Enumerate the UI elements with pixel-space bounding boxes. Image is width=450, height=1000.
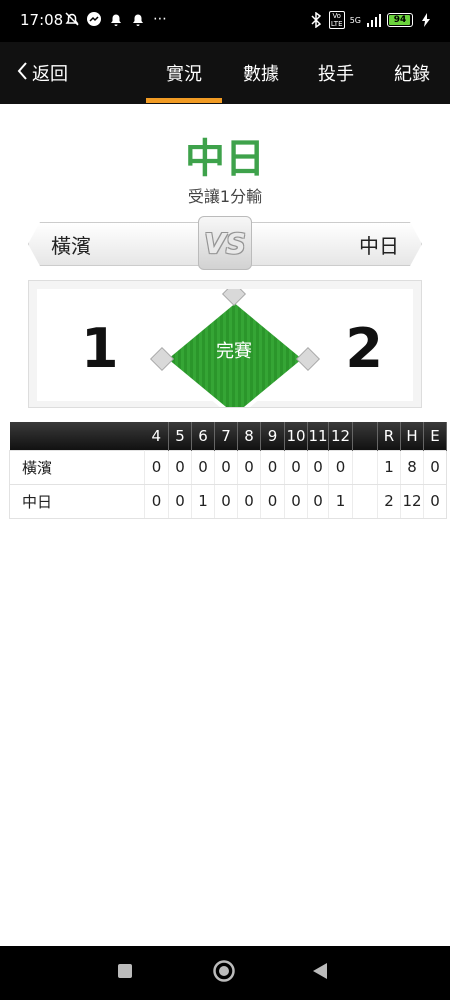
- home-team-name: 中日: [359, 233, 399, 258]
- errors-header: E: [423, 422, 447, 450]
- row-team-name: 橫濱: [9, 449, 145, 485]
- table-row: 橫濱 0 0 0 0 0 0 0 0 0 1 8 0: [9, 449, 447, 485]
- hits-total: 8: [400, 449, 424, 485]
- inning-score: 0: [260, 449, 285, 485]
- row-team-name: 中日: [9, 483, 145, 519]
- volte-icon: Vo LTE: [328, 11, 345, 29]
- mute-alarm-icon: [64, 11, 80, 27]
- team-column-header: [9, 422, 145, 450]
- runs-total: 2: [377, 483, 401, 519]
- inning-header: 11: [307, 422, 329, 450]
- home-team-pill: 中日: [242, 222, 422, 266]
- home-button[interactable]: [194, 946, 254, 1000]
- inning-score: 0: [168, 449, 192, 485]
- bluetooth-icon: [308, 12, 324, 28]
- inning-score: 0: [307, 449, 329, 485]
- inning-score: 0: [214, 483, 238, 519]
- game-status-label: 完賽: [216, 341, 252, 362]
- inning-header: 9: [260, 422, 285, 450]
- scoreboard-inner: 1 2 完賽: [37, 289, 413, 407]
- more-notifications-icon: ⋯: [153, 11, 167, 27]
- inning-header: 6: [191, 422, 215, 450]
- inning-score: 0: [214, 449, 238, 485]
- back-button[interactable]: 返回: [16, 42, 68, 104]
- hits-total: 12: [400, 483, 424, 519]
- system-icons: Vo LTE 5G 94: [308, 11, 434, 29]
- back-triangle-icon: [311, 962, 329, 984]
- messenger-icon: [86, 11, 102, 27]
- versus-banner: 橫濱 中日 VS: [28, 216, 422, 270]
- table-header-row: 4 5 6 7 8 9 10 11 12 R H E: [9, 422, 447, 450]
- bell-icon: [130, 11, 146, 27]
- inning-header: 12: [328, 422, 353, 450]
- vs-badge: VS: [198, 216, 252, 270]
- inning-score: 0: [284, 483, 308, 519]
- runs-header: R: [377, 422, 401, 450]
- inning-score: 0: [328, 449, 353, 485]
- top-nav-bar: 返回 實況 數據 投手 紀錄: [0, 42, 450, 104]
- away-score: 1: [81, 317, 119, 380]
- inning-score: 0: [237, 449, 261, 485]
- network-type: 5G: [349, 15, 361, 25]
- tab-pitcher[interactable]: 投手: [300, 42, 372, 104]
- charging-icon: [418, 12, 434, 28]
- table-row: 中日 0 0 1 0 0 0 0 0 1 2 12 0: [9, 483, 447, 519]
- spacer-cell: [352, 483, 378, 519]
- inning-header: 7: [214, 422, 238, 450]
- signal-icon: [366, 12, 382, 28]
- back-nav-button[interactable]: [290, 946, 350, 1000]
- notification-icons: ⋯: [64, 11, 168, 27]
- chevron-left-icon: [16, 61, 28, 86]
- inning-score: 0: [307, 483, 329, 519]
- inning-header: 5: [168, 422, 192, 450]
- first-base-icon: [295, 346, 321, 372]
- inning-score: 0: [144, 483, 169, 519]
- system-navigation-bar: [0, 946, 450, 1000]
- bell-icon: [108, 11, 124, 27]
- recent-apps-button[interactable]: [95, 946, 155, 1000]
- inning-score: 1: [328, 483, 353, 519]
- hits-header: H: [400, 422, 424, 450]
- inning-score: 0: [168, 483, 192, 519]
- battery-icon: 94: [387, 13, 413, 27]
- errors-total: 0: [423, 483, 447, 519]
- inning-header: 10: [284, 422, 308, 450]
- vs-text: VS: [204, 226, 246, 260]
- home-circle-icon: [212, 959, 236, 987]
- inning-score: 0: [237, 483, 261, 519]
- bet-result-text: 受讓1分輸: [187, 187, 263, 206]
- inning-header: 4: [144, 422, 169, 450]
- inning-score: 0: [191, 449, 215, 485]
- tab-record[interactable]: 紀錄: [378, 42, 446, 104]
- spacer-header: [352, 422, 378, 450]
- errors-total: 0: [423, 449, 447, 485]
- back-label: 返回: [32, 64, 68, 85]
- inning-score: 0: [260, 483, 285, 519]
- tab-live[interactable]: 實況: [146, 42, 222, 104]
- third-base-icon: [149, 346, 175, 372]
- spacer-cell: [352, 449, 378, 485]
- inning-score: 0: [144, 449, 169, 485]
- second-base-icon: [221, 289, 247, 307]
- line-score-table: 4 5 6 7 8 9 10 11 12 R H E 橫濱 0 0 0 0 0 …: [9, 422, 447, 519]
- away-team-name: 橫濱: [51, 233, 91, 258]
- tab-stats[interactable]: 數據: [226, 42, 296, 104]
- away-team-pill: 橫濱: [28, 222, 208, 266]
- active-tab-indicator: [146, 98, 222, 103]
- inning-score: 1: [191, 483, 215, 519]
- inning-header: 8: [237, 422, 261, 450]
- inning-score: 0: [284, 449, 308, 485]
- status-bar: 17:08 ⋯ Vo LTE 5G 94: [0, 0, 450, 42]
- status-time: 17:08: [20, 11, 64, 29]
- runs-total: 1: [377, 449, 401, 485]
- battery-level: 94: [393, 15, 407, 25]
- scoreboard-panel: 1 2 完賽: [28, 280, 422, 408]
- home-score: 2: [345, 317, 383, 380]
- winner-team-name: 中日: [185, 136, 265, 182]
- square-icon: [117, 963, 133, 983]
